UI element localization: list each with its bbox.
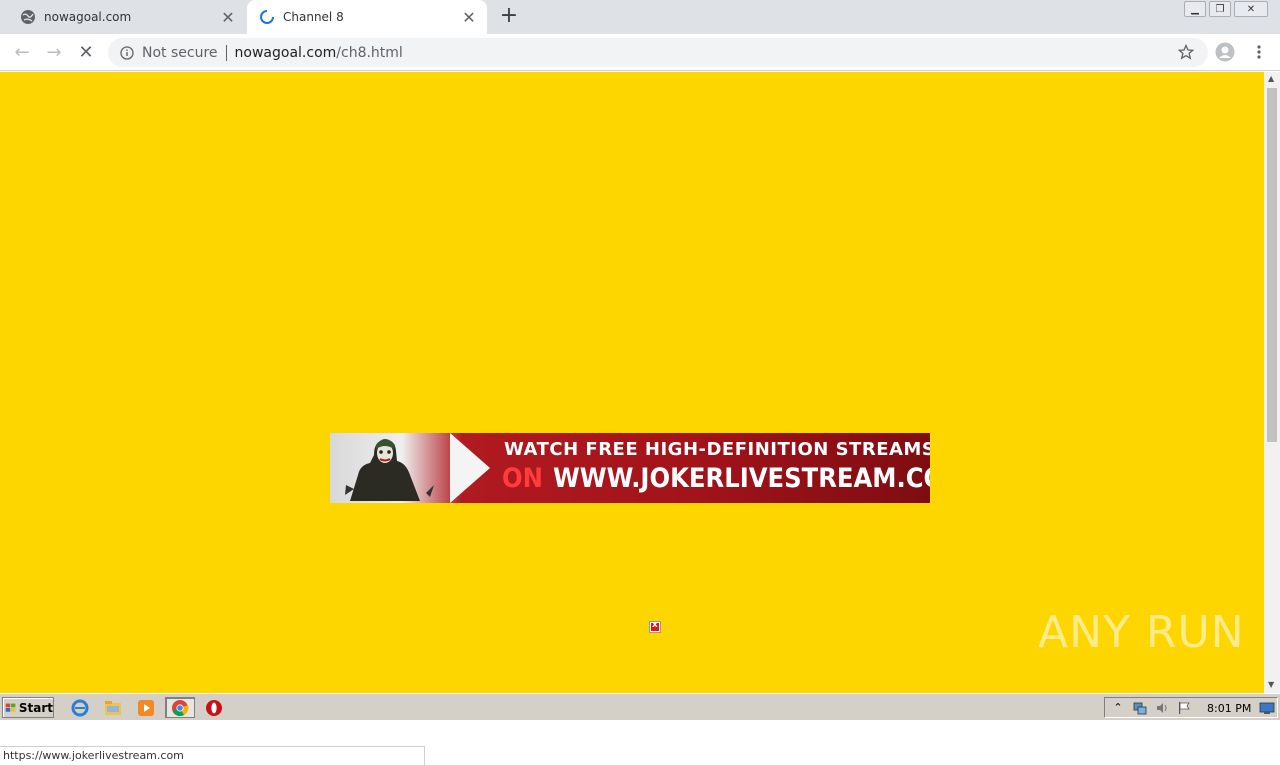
banner-on-text: ON (502, 463, 543, 494)
show-desktop-icon[interactable] (1256, 697, 1278, 718)
vertical-scrollbar[interactable]: ▲ ▼ (1264, 72, 1280, 693)
forward-arrow-icon[interactable]: → (42, 40, 66, 64)
scrollbar-thumb[interactable] (1267, 88, 1277, 442)
menu-kebab-icon[interactable] (1248, 41, 1270, 63)
broken-image-icon: x (649, 620, 661, 633)
loading-spinner-icon (259, 9, 275, 25)
watermark-text: ANY RUN (1038, 607, 1245, 658)
tray-expand-icon[interactable]: ⌃ (1109, 700, 1127, 716)
status-url-bubble: https://www.jokerlivestream.com (0, 746, 425, 765)
chrome-icon[interactable] (165, 697, 195, 718)
stop-loading-icon[interactable]: ✕ (74, 40, 98, 64)
windows-flag-icon (5, 703, 16, 712)
explorer-icon[interactable] (101, 697, 125, 718)
tab-strip: nowagoal.com ✕ Channel 8 ✕ + ▁ ❐ ✕ (0, 0, 1280, 34)
system-tray: ⌃ (1104, 697, 1278, 718)
back-arrow-icon[interactable]: ← (10, 40, 34, 64)
tab-channel-8[interactable]: Channel 8 ✕ (247, 0, 487, 34)
volume-icon[interactable] (1153, 700, 1171, 716)
banner-url-text: WWW.JOKERLIVESTREAM.COM (552, 463, 930, 494)
browser-toolbar: ← → ✕ Not secure nowagoal.com/ch8.html (0, 34, 1280, 71)
address-bar[interactable]: Not secure nowagoal.com/ch8.html (108, 38, 1208, 67)
url-host: nowagoal.com (234, 44, 337, 61)
scroll-down-arrow-icon[interactable]: ▼ (1268, 680, 1274, 689)
new-tab-button[interactable]: + (498, 5, 520, 28)
media-player-icon[interactable] (134, 697, 158, 718)
minimize-button[interactable]: ▁ (1184, 1, 1206, 17)
network-icon[interactable] (1131, 700, 1149, 716)
restore-button[interactable]: ❐ (1209, 1, 1231, 17)
jokerlivestream-ad-banner[interactable]: WATCH FREE HIGH-DEFINITION STREAMS ON WWW… (330, 433, 930, 503)
opera-icon[interactable] (202, 697, 226, 718)
globe-icon (20, 9, 36, 25)
scroll-up-arrow-icon[interactable]: ▲ (1268, 74, 1274, 83)
tab-title: Channel 8 (283, 10, 344, 24)
tab-title: nowagoal.com (44, 10, 132, 24)
page-viewport: WATCH FREE HIGH-DEFINITION STREAMS ON WWW… (0, 72, 1264, 765)
windows-taskbar: Start ⌃ 8:01 PM (0, 693, 1280, 720)
profile-avatar-icon[interactable] (1214, 41, 1236, 63)
tab-close-icon[interactable]: ✕ (459, 7, 479, 27)
banner-url-line: ON WWW.JOKERLIVESTREAM.COM (502, 463, 930, 494)
ie-icon[interactable] (68, 697, 92, 718)
taskbar-clock[interactable]: 8:01 PM (1207, 702, 1251, 715)
joker-image (345, 439, 434, 501)
security-label: Not secure (142, 44, 218, 61)
action-center-flag-icon[interactable] (1175, 700, 1193, 716)
tab-nowagoal[interactable]: nowagoal.com ✕ (8, 0, 246, 34)
start-label: Start (18, 700, 53, 715)
url-path: /ch8.html (336, 44, 403, 61)
tab-close-icon[interactable]: ✕ (218, 7, 238, 27)
info-icon[interactable] (118, 44, 136, 62)
bookmark-star-icon[interactable] (1175, 41, 1197, 63)
anyrun-watermark: ANY RUN (1038, 607, 1245, 658)
banner-headline: WATCH FREE HIGH-DEFINITION STREAMS (504, 439, 930, 460)
address-separator (225, 44, 227, 61)
start-button[interactable]: Start (2, 697, 54, 718)
banner-arrow-shape (450, 433, 490, 503)
window-close-button[interactable]: ✕ (1234, 1, 1268, 17)
